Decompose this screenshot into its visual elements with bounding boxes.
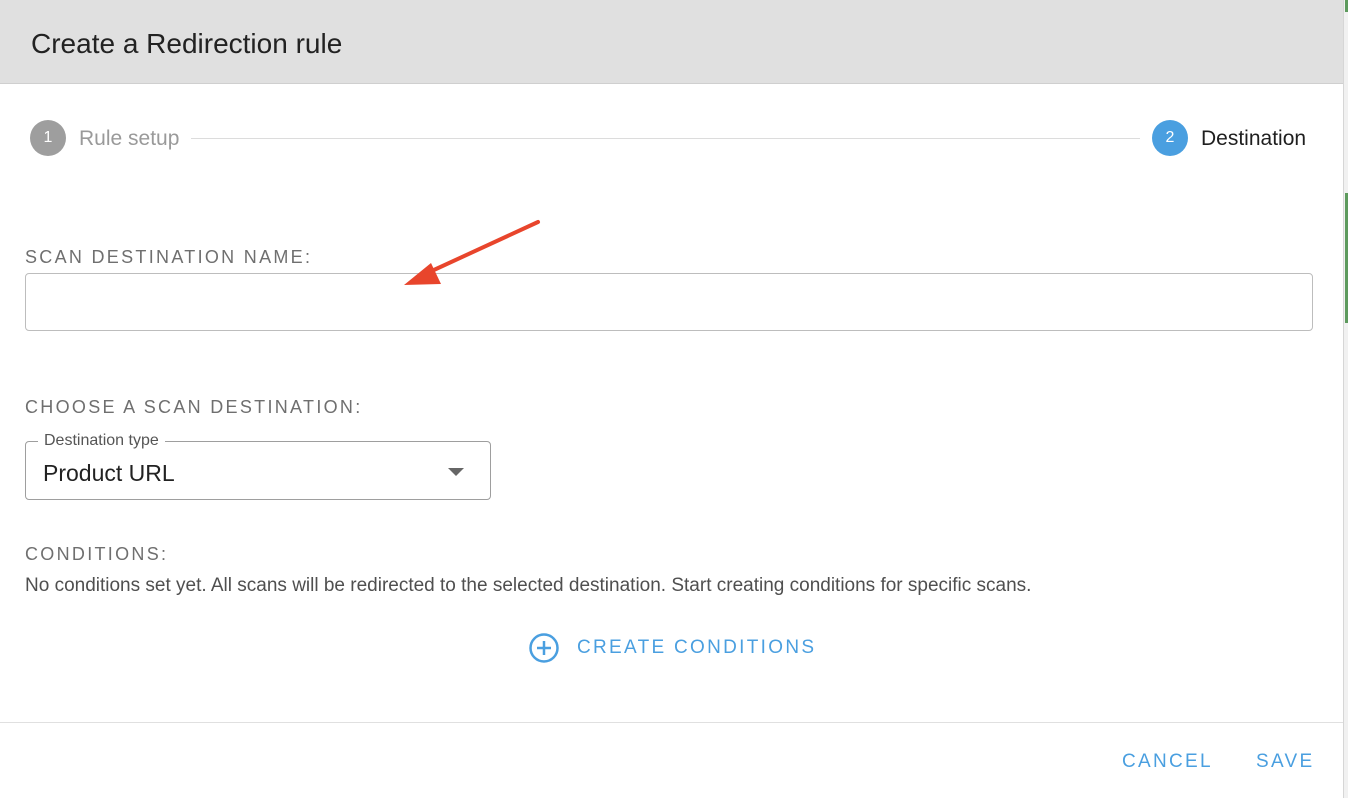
- scan-destination-name-input[interactable]: [25, 273, 1313, 331]
- stepper: 1 Rule setup 2 Destination: [0, 120, 1343, 158]
- redirection-rule-dialog: Create a Redirection rule 1 Rule setup 2…: [0, 0, 1344, 798]
- create-conditions-label: CREATE CONDITIONS: [577, 637, 817, 658]
- step-1-circle[interactable]: 1: [30, 120, 66, 156]
- step-2-label[interactable]: Destination: [1201, 127, 1306, 151]
- step-1-label[interactable]: Rule setup: [79, 127, 179, 151]
- create-conditions-button[interactable]: CREATE CONDITIONS: [528, 631, 816, 665]
- conditions-label: CONDITIONS:: [25, 544, 169, 564]
- background-edge: [1344, 0, 1348, 798]
- destination-type-legend: Destination type: [38, 431, 165, 451]
- dialog-title: Create a Redirection rule: [31, 28, 343, 59]
- dialog-header: Create a Redirection rule: [0, 0, 1343, 84]
- footer-divider: [0, 722, 1343, 723]
- destination-type-value: Product URL: [43, 460, 175, 486]
- scan-destination-name-label: SCAN DESTINATION NAME:: [25, 247, 313, 267]
- save-button[interactable]: SAVE: [1256, 750, 1314, 774]
- cancel-button[interactable]: CANCEL: [1122, 750, 1213, 774]
- step-2-circle[interactable]: 2: [1152, 120, 1188, 156]
- chevron-down-icon: [448, 468, 464, 476]
- destination-type-select[interactable]: Destination type Product URL: [25, 431, 491, 500]
- choose-scan-destination-label: CHOOSE A SCAN DESTINATION:: [25, 397, 363, 417]
- conditions-empty-text: No conditions set yet. All scans will be…: [25, 575, 1032, 596]
- plus-circle-icon: [529, 633, 559, 663]
- step-connector: [191, 138, 1140, 139]
